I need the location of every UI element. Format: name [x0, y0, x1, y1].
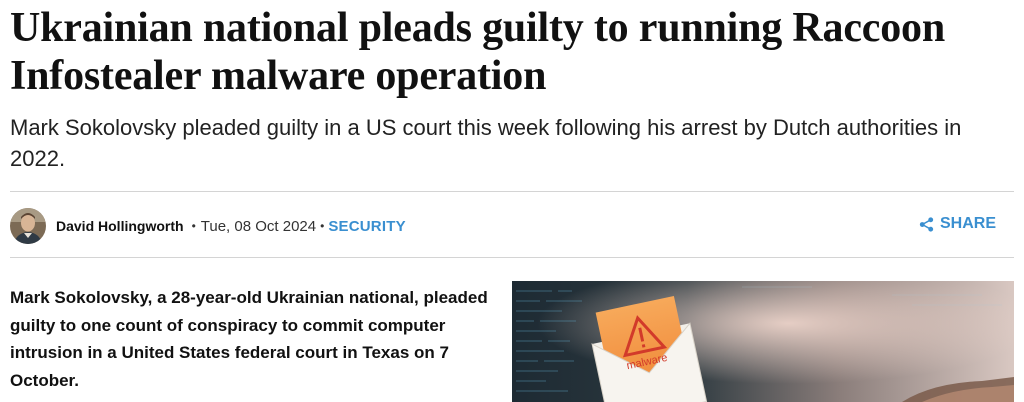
share-icon [919, 216, 934, 232]
article-lede: Mark Sokolovsky, a 28-year-old Ukrainian… [10, 288, 488, 390]
byline: David Hollingworth • Tue, 08 Oct 2024 • … [10, 207, 1014, 245]
avatar-image [10, 208, 46, 244]
category-link[interactable]: SECURITY [328, 218, 405, 235]
divider-bottom [10, 257, 1014, 258]
byline-separator: • [191, 219, 196, 233]
article-headline: Ukrainian national pleads guilty to runn… [10, 5, 945, 99]
article-subheadline: Mark Sokolovsky pleaded guilty in a US c… [10, 115, 962, 171]
author-name[interactable]: David Hollingworth [56, 218, 184, 234]
share-button[interactable]: SHARE [919, 215, 996, 233]
share-label: SHARE [939, 215, 996, 232]
hero-image[interactable]: malware [512, 281, 1014, 402]
publish-date: Tue, 08 Oct 2024 [200, 217, 317, 235]
author-avatar[interactable] [10, 208, 46, 244]
divider-top [10, 191, 1014, 192]
hero-illustration: malware [512, 281, 1014, 402]
byline-separator-2: • [320, 219, 325, 233]
